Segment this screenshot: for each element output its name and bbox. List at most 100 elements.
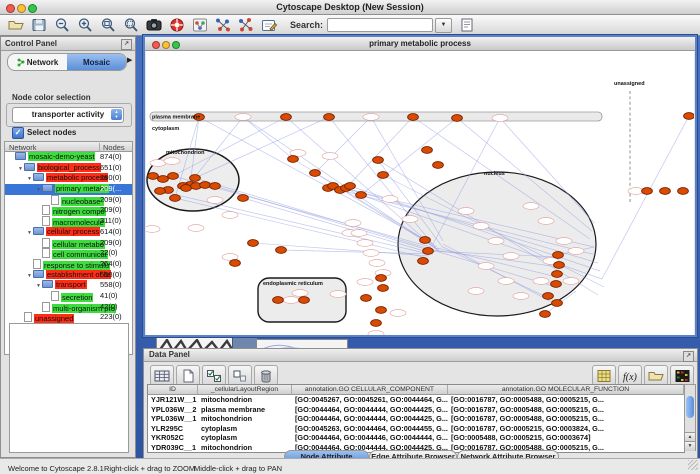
network-node[interactable] (452, 115, 463, 122)
network-node[interactable] (660, 188, 671, 195)
table-cell[interactable]: YDR039C__1 (148, 443, 198, 453)
tree-row[interactable]: cellular metabo209(0) (5, 238, 132, 249)
zoom-fit-icon[interactable] (98, 17, 118, 34)
zoom-in-icon[interactable] (75, 17, 95, 34)
table-cell[interactable]: YPL036W__2 (148, 405, 198, 415)
zoom-region-icon[interactable] (121, 17, 141, 34)
network-canvas[interactable]: plasma membranecytoplasmmitochondrionnuc… (146, 51, 694, 335)
network-node[interactable] (170, 195, 181, 202)
network-node[interactable] (168, 173, 179, 180)
network-node[interactable] (378, 172, 389, 179)
table-cell[interactable]: YKR052C (148, 433, 198, 443)
network-node[interactable] (422, 147, 433, 154)
tree-row[interactable]: ▼establishment of lo558(0) (5, 270, 132, 281)
network-node[interactable] (281, 114, 292, 121)
combobox-stepper-icon[interactable]: ▲▼ (111, 109, 122, 120)
network-node[interactable] (552, 300, 563, 307)
close-network-window-icon[interactable] (152, 41, 160, 49)
tree-row[interactable]: ▼transport558(0) (5, 280, 132, 291)
network-node[interactable] (552, 271, 563, 278)
zoom-window-icon[interactable] (28, 4, 37, 13)
table-cell[interactable]: [GO:0016787, GO:0005215, GO:0003824, G..… (448, 424, 684, 434)
table-cell[interactable]: [GO:0016787, GO:0005488, GO:0005215, G..… (448, 414, 684, 424)
tree-row[interactable]: ▼metabolic process280(0) (5, 173, 132, 184)
float-panel-icon[interactable]: ↗ (121, 39, 132, 50)
new-attribute-icon[interactable] (176, 365, 200, 386)
table-cell[interactable]: mitochondrion (198, 443, 292, 453)
delete-attribute-icon[interactable] (254, 365, 278, 386)
tree-row[interactable]: multi-organism pro42(0) (5, 302, 132, 313)
network-node[interactable] (376, 307, 387, 314)
tree-column-nodes[interactable]: Nodes (99, 143, 125, 152)
scroll-down-icon[interactable]: ▼ (685, 441, 695, 451)
table-cell[interactable]: [GO:0045263, GO:0044464, GO:0044455, G..… (292, 424, 448, 434)
network-node[interactable] (158, 176, 169, 183)
birds-eye-view-panel[interactable] (9, 323, 129, 453)
select-nodes-checkbox[interactable]: ✓ (12, 127, 24, 139)
save-icon[interactable] (29, 17, 49, 34)
function-builder-icon[interactable]: f(x) (618, 365, 642, 386)
table-cell[interactable]: plasma membrane (198, 405, 292, 415)
network-node[interactable] (310, 170, 321, 177)
tab-mosaic[interactable]: Mosaic (67, 54, 126, 70)
layout-network-1-icon[interactable] (213, 17, 233, 34)
table-cell[interactable]: cytoplasm (198, 424, 292, 434)
table-cell[interactable]: YLR295C (148, 424, 198, 434)
tree-row[interactable]: nucleobase-209(0) (5, 195, 132, 206)
network-node[interactable] (418, 258, 429, 265)
table-cell[interactable]: YPL036W__1 (148, 414, 198, 424)
table-cell[interactable]: YJR121W__1 (148, 395, 198, 405)
layout-network-2-icon[interactable] (236, 17, 256, 34)
table-cell[interactable]: mitochondrion (198, 414, 292, 424)
minimize-network-window-icon[interactable] (162, 41, 170, 49)
heatmap-icon[interactable] (670, 365, 694, 386)
tab-network[interactable]: Network (8, 54, 67, 70)
network-node[interactable] (376, 275, 387, 282)
network-node[interactable] (345, 183, 356, 190)
network-node[interactable] (420, 237, 431, 244)
table-column-header[interactable]: ID (148, 385, 198, 395)
table-column-header[interactable]: _cellularLayoutRegion (198, 385, 292, 395)
table-cell[interactable]: [GO:0005488, GO:0005215, GO:0003674] (448, 433, 684, 443)
network-node[interactable] (378, 285, 389, 292)
network-node[interactable] (408, 114, 419, 121)
table-cell[interactable]: [GO:0044464, GO:0044444, GO:0044425, G..… (292, 414, 448, 424)
tree-row[interactable]: unassigned223(0) (5, 312, 132, 323)
network-node[interactable] (678, 188, 689, 195)
scrollbar-thumb[interactable] (686, 396, 694, 418)
table-cell[interactable]: [GO:0016787, GO:0005488, GO:0005215, G..… (448, 405, 684, 415)
attribute-grid-icon[interactable] (150, 365, 174, 386)
tree-column-network[interactable]: Network (9, 143, 37, 152)
network-node[interactable] (288, 156, 299, 163)
select-attributes-icon[interactable] (202, 365, 226, 386)
tree-row[interactable]: secretion41(0) (5, 291, 132, 302)
network-node[interactable] (248, 240, 259, 247)
network-node[interactable] (371, 320, 382, 327)
network-node[interactable] (230, 260, 241, 267)
search-input[interactable] (327, 18, 433, 32)
tree-row[interactable]: response to stimulu264(0) (5, 259, 132, 270)
table-cell[interactable]: [GO:0045267, GO:0045261, GO:0044464, G..… (292, 395, 448, 405)
network-node[interactable] (423, 248, 434, 255)
network-node[interactable] (554, 262, 565, 269)
minimize-window-icon[interactable] (17, 4, 26, 13)
import-attributes-icon[interactable] (644, 365, 668, 386)
network-node[interactable] (356, 192, 367, 199)
camera-icon[interactable] (144, 17, 164, 34)
session-details-icon[interactable] (457, 17, 477, 34)
zoom-network-window-icon[interactable] (172, 41, 180, 49)
table-cell[interactable]: [GO:0016787, GO:0005488, GO:0005215, G..… (448, 395, 684, 405)
network-node[interactable] (276, 247, 287, 254)
network-node[interactable] (200, 182, 211, 189)
node-color-combobox[interactable]: transporter activity ▲▼ (12, 107, 124, 123)
table-cell[interactable]: cytoplasm (198, 433, 292, 443)
network-node[interactable] (684, 113, 694, 120)
table-cell[interactable]: mitochondrion (198, 395, 292, 405)
network-node[interactable] (210, 183, 221, 190)
resize-grip[interactable] (688, 460, 698, 470)
network-node[interactable] (553, 252, 564, 259)
search-dropdown-icon[interactable]: ▼ (435, 18, 452, 33)
network-window-titlebar[interactable]: primary metabolic process (145, 37, 695, 51)
unselect-attributes-icon[interactable] (228, 365, 252, 386)
attribute-matrix-icon[interactable] (592, 365, 616, 386)
